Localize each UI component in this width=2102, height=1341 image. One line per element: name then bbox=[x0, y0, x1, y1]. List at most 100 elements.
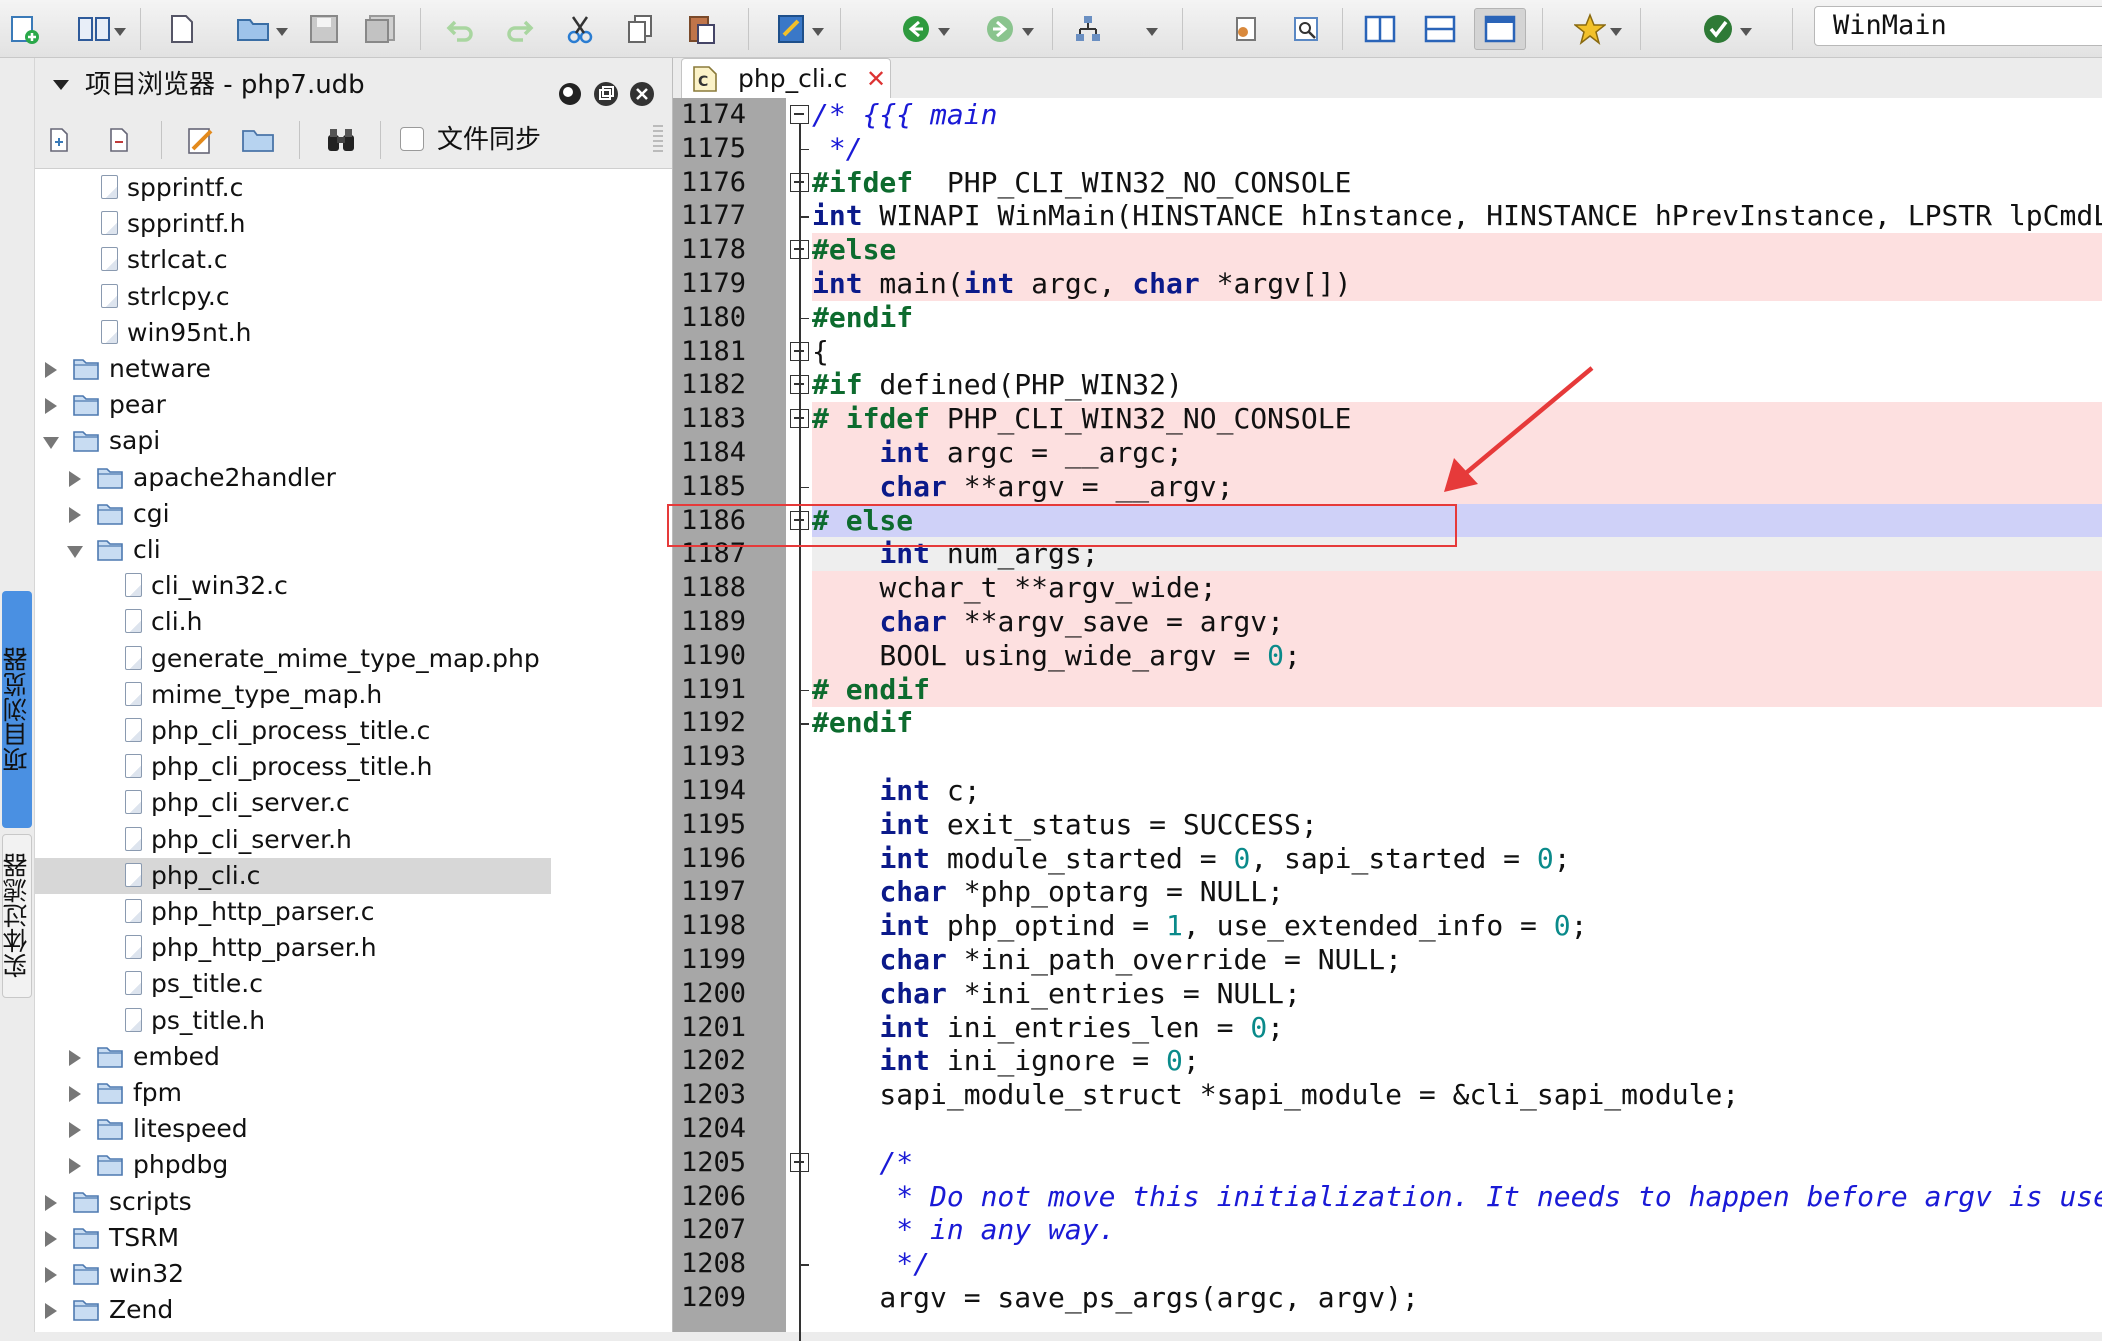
tree-folder[interactable]: pear bbox=[35, 387, 551, 423]
code-line[interactable]: */ bbox=[812, 1247, 2102, 1281]
expand-right-icon[interactable] bbox=[45, 1303, 57, 1320]
code-line[interactable]: */ bbox=[812, 132, 2102, 166]
tab-project-browser[interactable]: 项目浏览器 bbox=[2, 591, 32, 828]
code-line[interactable]: char *ini_path_override = NULL; bbox=[812, 943, 2102, 977]
paste-icon[interactable] bbox=[680, 8, 724, 50]
binoculars-icon[interactable] bbox=[325, 125, 357, 157]
code-line[interactable]: * Do not move this initialization. It ne… bbox=[812, 1180, 2102, 1214]
code-line[interactable]: /* {{{ main bbox=[812, 98, 2102, 132]
edit-project-icon[interactable] bbox=[185, 125, 217, 157]
tab-php-cli-c[interactable]: C php_cli.c ✕ bbox=[681, 58, 891, 98]
tree-file[interactable]: cli_win32.c bbox=[35, 568, 551, 604]
add-file-icon[interactable] bbox=[49, 127, 73, 155]
expand-down-icon[interactable] bbox=[43, 437, 59, 450]
code-line[interactable]: #endif bbox=[812, 706, 2102, 740]
tree-folder[interactable]: sapi bbox=[35, 423, 551, 459]
tree-folder[interactable]: embed bbox=[35, 1039, 551, 1075]
tree-file[interactable]: generate_mime_type_map.php bbox=[35, 641, 551, 677]
code-line[interactable]: argv = save_ps_args(argc, argv); bbox=[812, 1281, 2102, 1315]
edit-icon[interactable] bbox=[770, 8, 814, 50]
open-project-icon[interactable] bbox=[241, 125, 275, 157]
tree-file[interactable]: ps_title.h bbox=[35, 1003, 551, 1039]
pin-icon[interactable] bbox=[557, 72, 583, 105]
code-line[interactable]: wchar_t **argv_wide; bbox=[812, 571, 2102, 606]
tree-folder[interactable]: scripts bbox=[35, 1184, 551, 1220]
tree-file[interactable]: php_cli_server.h bbox=[35, 822, 551, 858]
tree-file[interactable]: ps_title.c bbox=[35, 966, 551, 1002]
expand-down-icon[interactable] bbox=[67, 546, 83, 558]
expand-right-icon[interactable] bbox=[45, 398, 57, 415]
window-icon[interactable] bbox=[1474, 8, 1526, 50]
code-line[interactable]: char *php_optarg = NULL; bbox=[812, 875, 2102, 909]
restore-icon[interactable] bbox=[593, 72, 619, 106]
file-sync-checkbox[interactable] bbox=[400, 127, 424, 151]
tree-folder[interactable]: cli bbox=[35, 532, 551, 568]
code-line[interactable]: int main(int argc, char *argv[]) bbox=[812, 267, 2102, 301]
expand-right-icon[interactable] bbox=[69, 506, 81, 523]
expand-right-icon[interactable] bbox=[45, 1194, 57, 1211]
add-icon[interactable] bbox=[4, 8, 44, 50]
tree-file[interactable]: php_cli_process_title.c bbox=[35, 713, 551, 749]
tab-entity-filter[interactable]: 实体过滤器 bbox=[2, 834, 32, 998]
code-line[interactable]: #endif bbox=[812, 301, 2102, 335]
code-line[interactable]: BOOL using_wide_argv = 0; bbox=[812, 638, 2102, 673]
tree-folder[interactable]: apache2handler bbox=[35, 460, 551, 496]
code-area[interactable]: /* {{{ main */#ifdef PHP_CLI_WIN32_NO_CO… bbox=[812, 98, 2102, 1332]
expand-right-icon[interactable] bbox=[69, 1049, 81, 1066]
code-line[interactable]: sapi_module_struct *sapi_module = &cli_s… bbox=[812, 1078, 2102, 1112]
code-line[interactable]: * in any way. bbox=[812, 1213, 2102, 1247]
save-icon[interactable] bbox=[304, 8, 344, 50]
expand-right-icon[interactable] bbox=[45, 362, 57, 378]
expand-right-icon[interactable] bbox=[45, 1267, 57, 1283]
tree-folder[interactable]: Zend bbox=[35, 1292, 551, 1328]
forward-icon[interactable] bbox=[980, 8, 1020, 50]
search-doc-icon[interactable] bbox=[1286, 8, 1326, 50]
undo-icon[interactable] bbox=[440, 8, 480, 50]
tree-file[interactable]: spprintf.c bbox=[35, 170, 551, 206]
code-line[interactable]: /* bbox=[812, 1146, 2102, 1180]
code-line[interactable] bbox=[812, 740, 2102, 774]
code-line[interactable]: char **argv_save = argv; bbox=[812, 605, 2102, 639]
tree-file[interactable]: win95nt.h bbox=[35, 315, 551, 351]
expand-right-icon[interactable] bbox=[69, 1086, 81, 1102]
expand-right-icon[interactable] bbox=[69, 470, 81, 487]
tree-folder[interactable]: litespeed bbox=[35, 1111, 551, 1147]
code-line[interactable]: char *ini_entries = NULL; bbox=[812, 977, 2102, 1011]
tree-folder[interactable]: TSRM bbox=[35, 1220, 551, 1256]
check-icon[interactable] bbox=[1698, 8, 1738, 50]
tree-file[interactable]: spprintf.h bbox=[35, 206, 551, 242]
tree-folder[interactable]: phpdbg bbox=[35, 1147, 551, 1183]
tree-file[interactable]: php_cli.c bbox=[35, 857, 551, 894]
split-horizontal-icon[interactable] bbox=[1420, 8, 1460, 50]
remove-file-icon[interactable] bbox=[109, 127, 133, 155]
tree-file[interactable]: php_cli_server.c bbox=[35, 785, 551, 821]
expand-right-icon[interactable] bbox=[69, 1122, 81, 1139]
tree-file[interactable]: strlcat.c bbox=[35, 242, 551, 278]
favorite-icon[interactable] bbox=[1570, 8, 1610, 50]
tab-close-icon[interactable]: ✕ bbox=[866, 59, 886, 99]
code-line[interactable]: int php_optind = 1, use_extended_info = … bbox=[812, 909, 2102, 943]
tree-file[interactable]: strlcpy.c bbox=[35, 279, 551, 315]
tree-folder[interactable]: netware bbox=[35, 351, 551, 387]
hierarchy-icon[interactable] bbox=[1068, 8, 1108, 50]
redo-icon[interactable] bbox=[500, 8, 540, 50]
code-line[interactable]: int ini_ignore = 0; bbox=[812, 1044, 2102, 1078]
fold-toggle-icon[interactable] bbox=[790, 105, 809, 124]
copy-icon[interactable] bbox=[620, 8, 660, 50]
tree-folder[interactable]: cgi bbox=[35, 496, 551, 532]
settings-icon[interactable] bbox=[1226, 8, 1266, 50]
tree-folder[interactable]: fpm bbox=[35, 1075, 551, 1111]
code-line[interactable]: #else bbox=[812, 233, 2102, 268]
tree-file[interactable]: cli.h bbox=[35, 604, 551, 640]
code-line[interactable]: #ifdef PHP_CLI_WIN32_NO_CONSOLE bbox=[812, 166, 2102, 200]
new-file-icon[interactable] bbox=[164, 8, 200, 50]
panel-menu-caret-icon[interactable] bbox=[53, 80, 69, 90]
expand-right-icon[interactable] bbox=[45, 1230, 57, 1247]
tree-file[interactable]: php_cli_process_title.h bbox=[35, 749, 551, 785]
code-line[interactable]: int ini_entries_len = 0; bbox=[812, 1011, 2102, 1045]
split-vertical-icon[interactable] bbox=[1360, 8, 1400, 50]
book-icon[interactable] bbox=[72, 8, 116, 50]
tree-file[interactable]: mime_type_map.h bbox=[35, 677, 551, 713]
symbol-search-input[interactable]: WinMain bbox=[1814, 6, 2102, 46]
tree-folder[interactable]: win32 bbox=[35, 1256, 551, 1292]
